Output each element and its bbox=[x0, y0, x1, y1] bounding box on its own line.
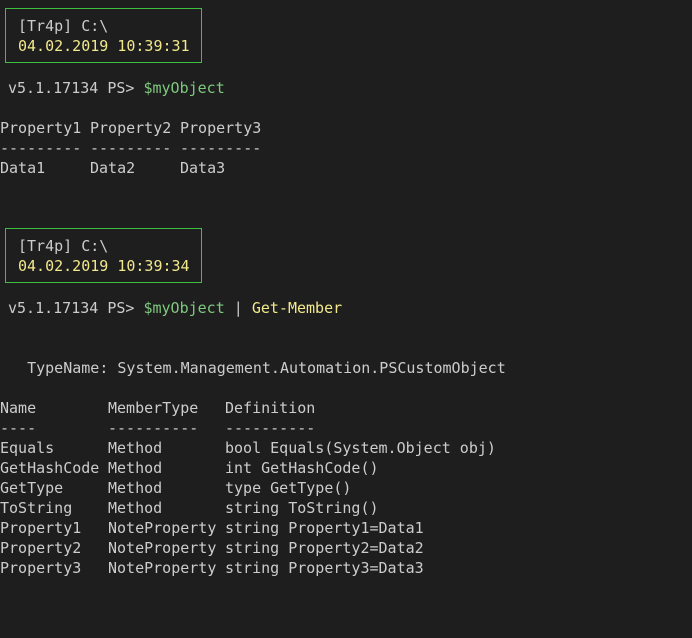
member-definition: type GetType() bbox=[225, 479, 352, 497]
member-definition: int GetHashCode() bbox=[225, 459, 379, 477]
prompt-user-path: [Tr4p] C:\ bbox=[18, 17, 109, 35]
typename-line: TypeName: System.Management.Automation.P… bbox=[0, 359, 506, 377]
table-1-separator: --------- bbox=[0, 139, 82, 157]
member-type: NoteProperty bbox=[108, 559, 217, 577]
prompt-timestamp: 04.02.2019 10:39:34 bbox=[18, 257, 190, 275]
variable-token: $myObject bbox=[143, 79, 225, 97]
member-name: Property3 bbox=[0, 559, 82, 577]
member-type: NoteProperty bbox=[108, 519, 217, 537]
member-table-separator: ---------- bbox=[108, 419, 199, 437]
prompt-box-2: [Tr4p] C:\ 04.02.2019 10:39:34 bbox=[5, 228, 202, 283]
member-table-separator: ---------- bbox=[225, 419, 316, 437]
ps-prefix: v5.1.17134 PS> bbox=[8, 299, 144, 317]
member-definition: string Property1=Data1 bbox=[225, 519, 424, 537]
member-definition: string Property3=Data3 bbox=[225, 559, 424, 577]
member-table-header: Name bbox=[0, 399, 37, 417]
command-line-2: v5.1.17134 PS> $myObject | Get-Member bbox=[8, 298, 342, 318]
member-name: Property1 bbox=[0, 519, 82, 537]
member-type: Method bbox=[108, 499, 163, 517]
member-definition: string ToString() bbox=[225, 499, 379, 517]
ps-prefix: v5.1.17134 PS> bbox=[8, 79, 144, 97]
table-row: Equals Method bool Equals(System.Object … bbox=[0, 438, 692, 458]
table-row: ToString Method string ToString() bbox=[0, 498, 692, 518]
member-table-header: MemberType bbox=[108, 399, 199, 417]
member-definition: string Property2=Data2 bbox=[225, 539, 424, 557]
cmdlet-token: Get-Member bbox=[251, 299, 343, 317]
table-1-header: Property3 bbox=[180, 119, 262, 137]
variable-token: $myObject bbox=[143, 299, 225, 317]
member-table-separator: ---- bbox=[0, 419, 37, 437]
member-name: ToString bbox=[0, 499, 73, 517]
prompt-box-1: [Tr4p] C:\ 04.02.2019 10:39:31 bbox=[5, 8, 202, 63]
table-row: GetType Method type GetType() bbox=[0, 478, 692, 498]
table-1-cell: Data3 bbox=[180, 159, 226, 177]
table-1-header: Property1 bbox=[0, 119, 82, 137]
member-type: Method bbox=[108, 439, 163, 457]
table-1-separator: --------- bbox=[180, 139, 262, 157]
pipe-operator: | bbox=[224, 299, 252, 317]
table-1-header-row: Property1 Property2 Property3 bbox=[0, 118, 692, 138]
table-1-cell: Data2 bbox=[90, 159, 136, 177]
prompt-timestamp: 04.02.2019 10:39:31 bbox=[18, 37, 190, 55]
table-1-cell: Data1 bbox=[0, 159, 46, 177]
table-row: GetHashCode Method int GetHashCode() bbox=[0, 458, 692, 478]
member-type: Method bbox=[108, 479, 163, 497]
member-name: Equals bbox=[0, 439, 55, 457]
table-row: Property1 NoteProperty string Property1=… bbox=[0, 518, 692, 538]
member-definition: bool Equals(System.Object obj) bbox=[225, 439, 496, 457]
command-line-1: v5.1.17134 PS> $myObject bbox=[8, 78, 225, 98]
table-1-data-row: Data1 Data2 Data3 bbox=[0, 158, 692, 178]
table-1-separator-row: --------- --------- --------- bbox=[0, 138, 692, 158]
table-row: Property3 NoteProperty string Property3=… bbox=[0, 558, 692, 578]
table-1-separator: --------- bbox=[90, 139, 172, 157]
member-name: Property2 bbox=[0, 539, 82, 557]
table-row: Property2 NoteProperty string Property2=… bbox=[0, 538, 692, 558]
member-type: Method bbox=[108, 459, 163, 477]
member-table-header: Definition bbox=[225, 399, 316, 417]
table-1-header: Property2 bbox=[90, 119, 172, 137]
member-name: GetType bbox=[0, 479, 64, 497]
member-type: NoteProperty bbox=[108, 539, 217, 557]
member-name: GetHashCode bbox=[0, 459, 100, 477]
member-table-header-row: Name MemberType Definition bbox=[0, 398, 692, 418]
member-table-separator-row: ---- ---------- ---------- bbox=[0, 418, 692, 438]
prompt-user-path: [Tr4p] C:\ bbox=[18, 237, 109, 255]
